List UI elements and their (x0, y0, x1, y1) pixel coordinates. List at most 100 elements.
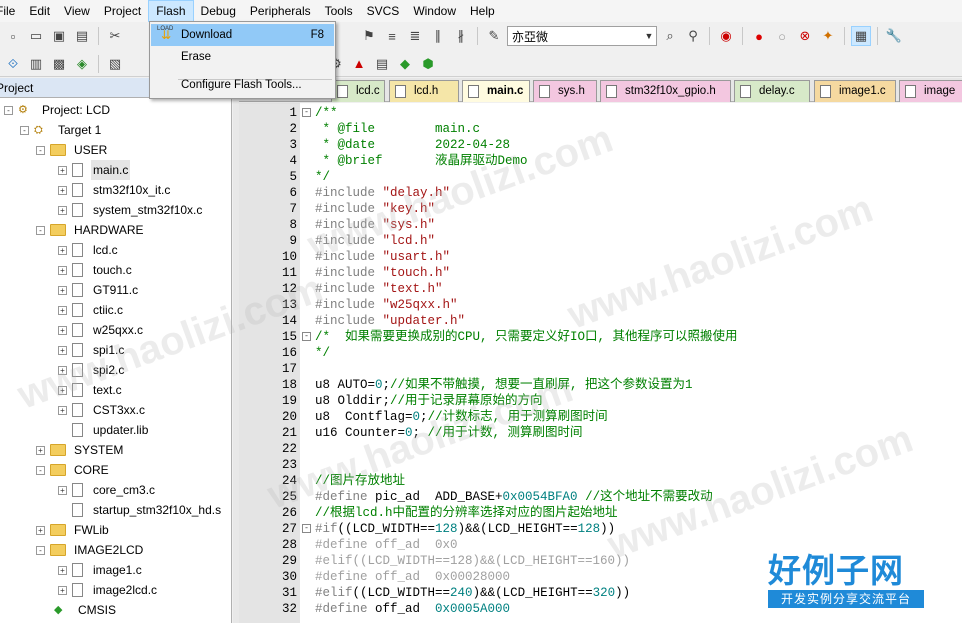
options-icon[interactable]: ✦ (818, 26, 838, 46)
new-file-icon[interactable]: ▫ (3, 26, 23, 46)
menu-item-erase[interactable]: Erase (151, 46, 334, 68)
fold-toggle-icon[interactable]: - (302, 332, 311, 341)
tree-group-system[interactable]: + SYSTEM (36, 440, 125, 460)
green-diamond-icon[interactable]: ◆ (395, 54, 415, 74)
menu-file[interactable]: File (0, 0, 22, 22)
expand-icon[interactable]: + (58, 565, 67, 575)
incremental-find-icon[interactable]: ⚲ (683, 26, 703, 46)
tab-stm32f10x_gpio-h[interactable]: stm32f10x_gpio.h (600, 80, 731, 102)
expand-icon[interactable]: + (58, 285, 67, 295)
tab-image[interactable]: image (899, 80, 962, 102)
menu-project[interactable]: Project (97, 0, 148, 22)
tree-file[interactable]: + system_stm32f10x.c (58, 200, 204, 220)
rebuild-icon[interactable]: ▩ (49, 54, 69, 74)
open-folder-icon[interactable]: ▭ (26, 26, 46, 46)
menu-view[interactable]: View (57, 0, 97, 22)
expand-icon[interactable]: + (58, 185, 67, 195)
tab-image1-c[interactable]: image1.c (814, 80, 896, 102)
tree-file[interactable]: + CST3xx.c (58, 400, 147, 420)
tab-lcd-h[interactable]: lcd.h (389, 80, 459, 102)
tree-group-user[interactable]: - USER (36, 140, 109, 160)
tree-file[interactable]: + lcd.c (58, 240, 120, 260)
expand-icon[interactable]: + (58, 205, 67, 215)
indent-icon[interactable]: ≡ (382, 26, 402, 46)
comment-icon[interactable]: ∥ (428, 26, 448, 46)
window-layout-icon[interactable]: ▦ (851, 26, 871, 46)
menu-svcs[interactable]: SVCS (360, 0, 407, 22)
menu-tools[interactable]: Tools (318, 0, 360, 22)
tree-file[interactable]: + core_cm3.c (58, 480, 157, 500)
tree-project-root[interactable]: - ⚙ Project: LCD (4, 100, 112, 120)
tree-file[interactable]: updater.lib (72, 420, 150, 440)
menu-item-download[interactable]: LOAD ⇊ Download F8 (151, 24, 334, 46)
tree-file[interactable]: + image2lcd.c (58, 580, 159, 600)
tree-file[interactable]: + touch.c (58, 260, 134, 280)
unindent-icon[interactable]: ≣ (405, 26, 425, 46)
tab-lcd-c[interactable]: lcd.c (331, 80, 385, 102)
save-all-icon[interactable]: ▤ (72, 26, 92, 46)
tab-sys-h[interactable]: sys.h (533, 80, 597, 102)
wrench-icon[interactable]: 🔧 (884, 26, 904, 46)
fold-toggle-icon[interactable]: - (302, 108, 311, 117)
stop-build-icon[interactable]: ▧ (105, 54, 125, 74)
tree-group-image2lcd[interactable]: - IMAGE2LCD (36, 540, 145, 560)
kill-breakpoints-icon[interactable]: ⊗ (795, 26, 815, 46)
uncomment-icon[interactable]: ∦ (451, 26, 471, 46)
save-icon[interactable]: ▣ (49, 26, 69, 46)
expand-icon[interactable]: + (58, 165, 67, 175)
expand-icon[interactable]: + (58, 325, 67, 335)
tree-group-core[interactable]: - CORE (36, 460, 111, 480)
find-icon[interactable]: ⌕ (660, 26, 680, 46)
tree-file[interactable]: + stm32f10x_it.c (58, 180, 172, 200)
find-in-files-icon[interactable]: ✎ (484, 26, 504, 46)
bookmark-icon[interactable]: ⚑ (359, 26, 379, 46)
tree-group-hardware[interactable]: - HARDWARE (36, 220, 146, 240)
translate-icon[interactable]: ⟐ (3, 54, 23, 74)
collapse-icon[interactable]: - (36, 145, 45, 155)
expand-icon[interactable]: + (36, 445, 45, 455)
tree-target[interactable]: - ⛭ Target 1 (20, 120, 103, 140)
menu-window[interactable]: Window (406, 0, 463, 22)
collapse-icon[interactable]: - (20, 125, 29, 135)
collapse-icon[interactable]: - (36, 545, 45, 555)
tree-file[interactable]: + GT911.c (58, 280, 140, 300)
tab-delay-c[interactable]: delay.c (734, 80, 810, 102)
code-editor[interactable]: 1-/** 2 * @file main.c 3 * @date 2022-04-2… (239, 103, 962, 623)
collapse-icon[interactable]: - (36, 225, 45, 235)
tree-file[interactable]: + text.c (58, 380, 124, 400)
expand-icon[interactable]: + (58, 585, 67, 595)
batch-build-icon[interactable]: ◈ (72, 54, 92, 74)
tree-file[interactable]: + w25qxx.c (58, 320, 145, 340)
select-packs-icon[interactable]: ▤ (372, 54, 392, 74)
tree-file[interactable]: + ctiic.c (58, 300, 125, 320)
tab-main-c[interactable]: main.c (462, 80, 530, 102)
tree-file[interactable]: + spi1.c (58, 340, 126, 360)
target-dropdown[interactable]: 亦亞微 ▼ (507, 26, 657, 46)
tree-group-fwlib[interactable]: + FWLib (36, 520, 111, 540)
collapse-icon[interactable]: - (4, 105, 13, 115)
tree-file[interactable]: startup_stm32f10x_hd.s (72, 500, 223, 520)
debug-session-icon[interactable]: ◉ (716, 26, 736, 46)
pack-installer-icon[interactable]: ▲ (349, 54, 369, 74)
expand-icon[interactable]: + (58, 365, 67, 375)
disable-breakpoint-icon[interactable]: ○ (772, 26, 792, 46)
tree-file[interactable]: + main.c (58, 160, 131, 180)
tree-file[interactable]: + image1.c (58, 560, 144, 580)
expand-icon[interactable]: + (58, 385, 67, 395)
expand-icon[interactable]: + (58, 245, 67, 255)
menu-peripherals[interactable]: Peripherals (243, 0, 318, 22)
menu-help[interactable]: Help (463, 0, 502, 22)
cut-icon[interactable]: ✂ (105, 26, 125, 46)
expand-icon[interactable]: + (58, 265, 67, 275)
menu-item-configure-flash-tools[interactable]: Configure Flash Tools... (151, 74, 334, 96)
tree-group-cmsis[interactable]: ◆ CMSIS (54, 600, 118, 620)
collapse-icon[interactable]: - (36, 465, 45, 475)
rte-icon[interactable]: ⬢ (418, 54, 438, 74)
expand-icon[interactable]: + (58, 485, 67, 495)
tree-file[interactable]: + spi2.c (58, 360, 126, 380)
menu-flash[interactable]: Flash (148, 0, 194, 22)
menu-edit[interactable]: Edit (22, 0, 57, 22)
expand-icon[interactable]: + (36, 525, 45, 535)
expand-icon[interactable]: + (58, 345, 67, 355)
breakpoint-icon[interactable]: ● (749, 26, 769, 46)
